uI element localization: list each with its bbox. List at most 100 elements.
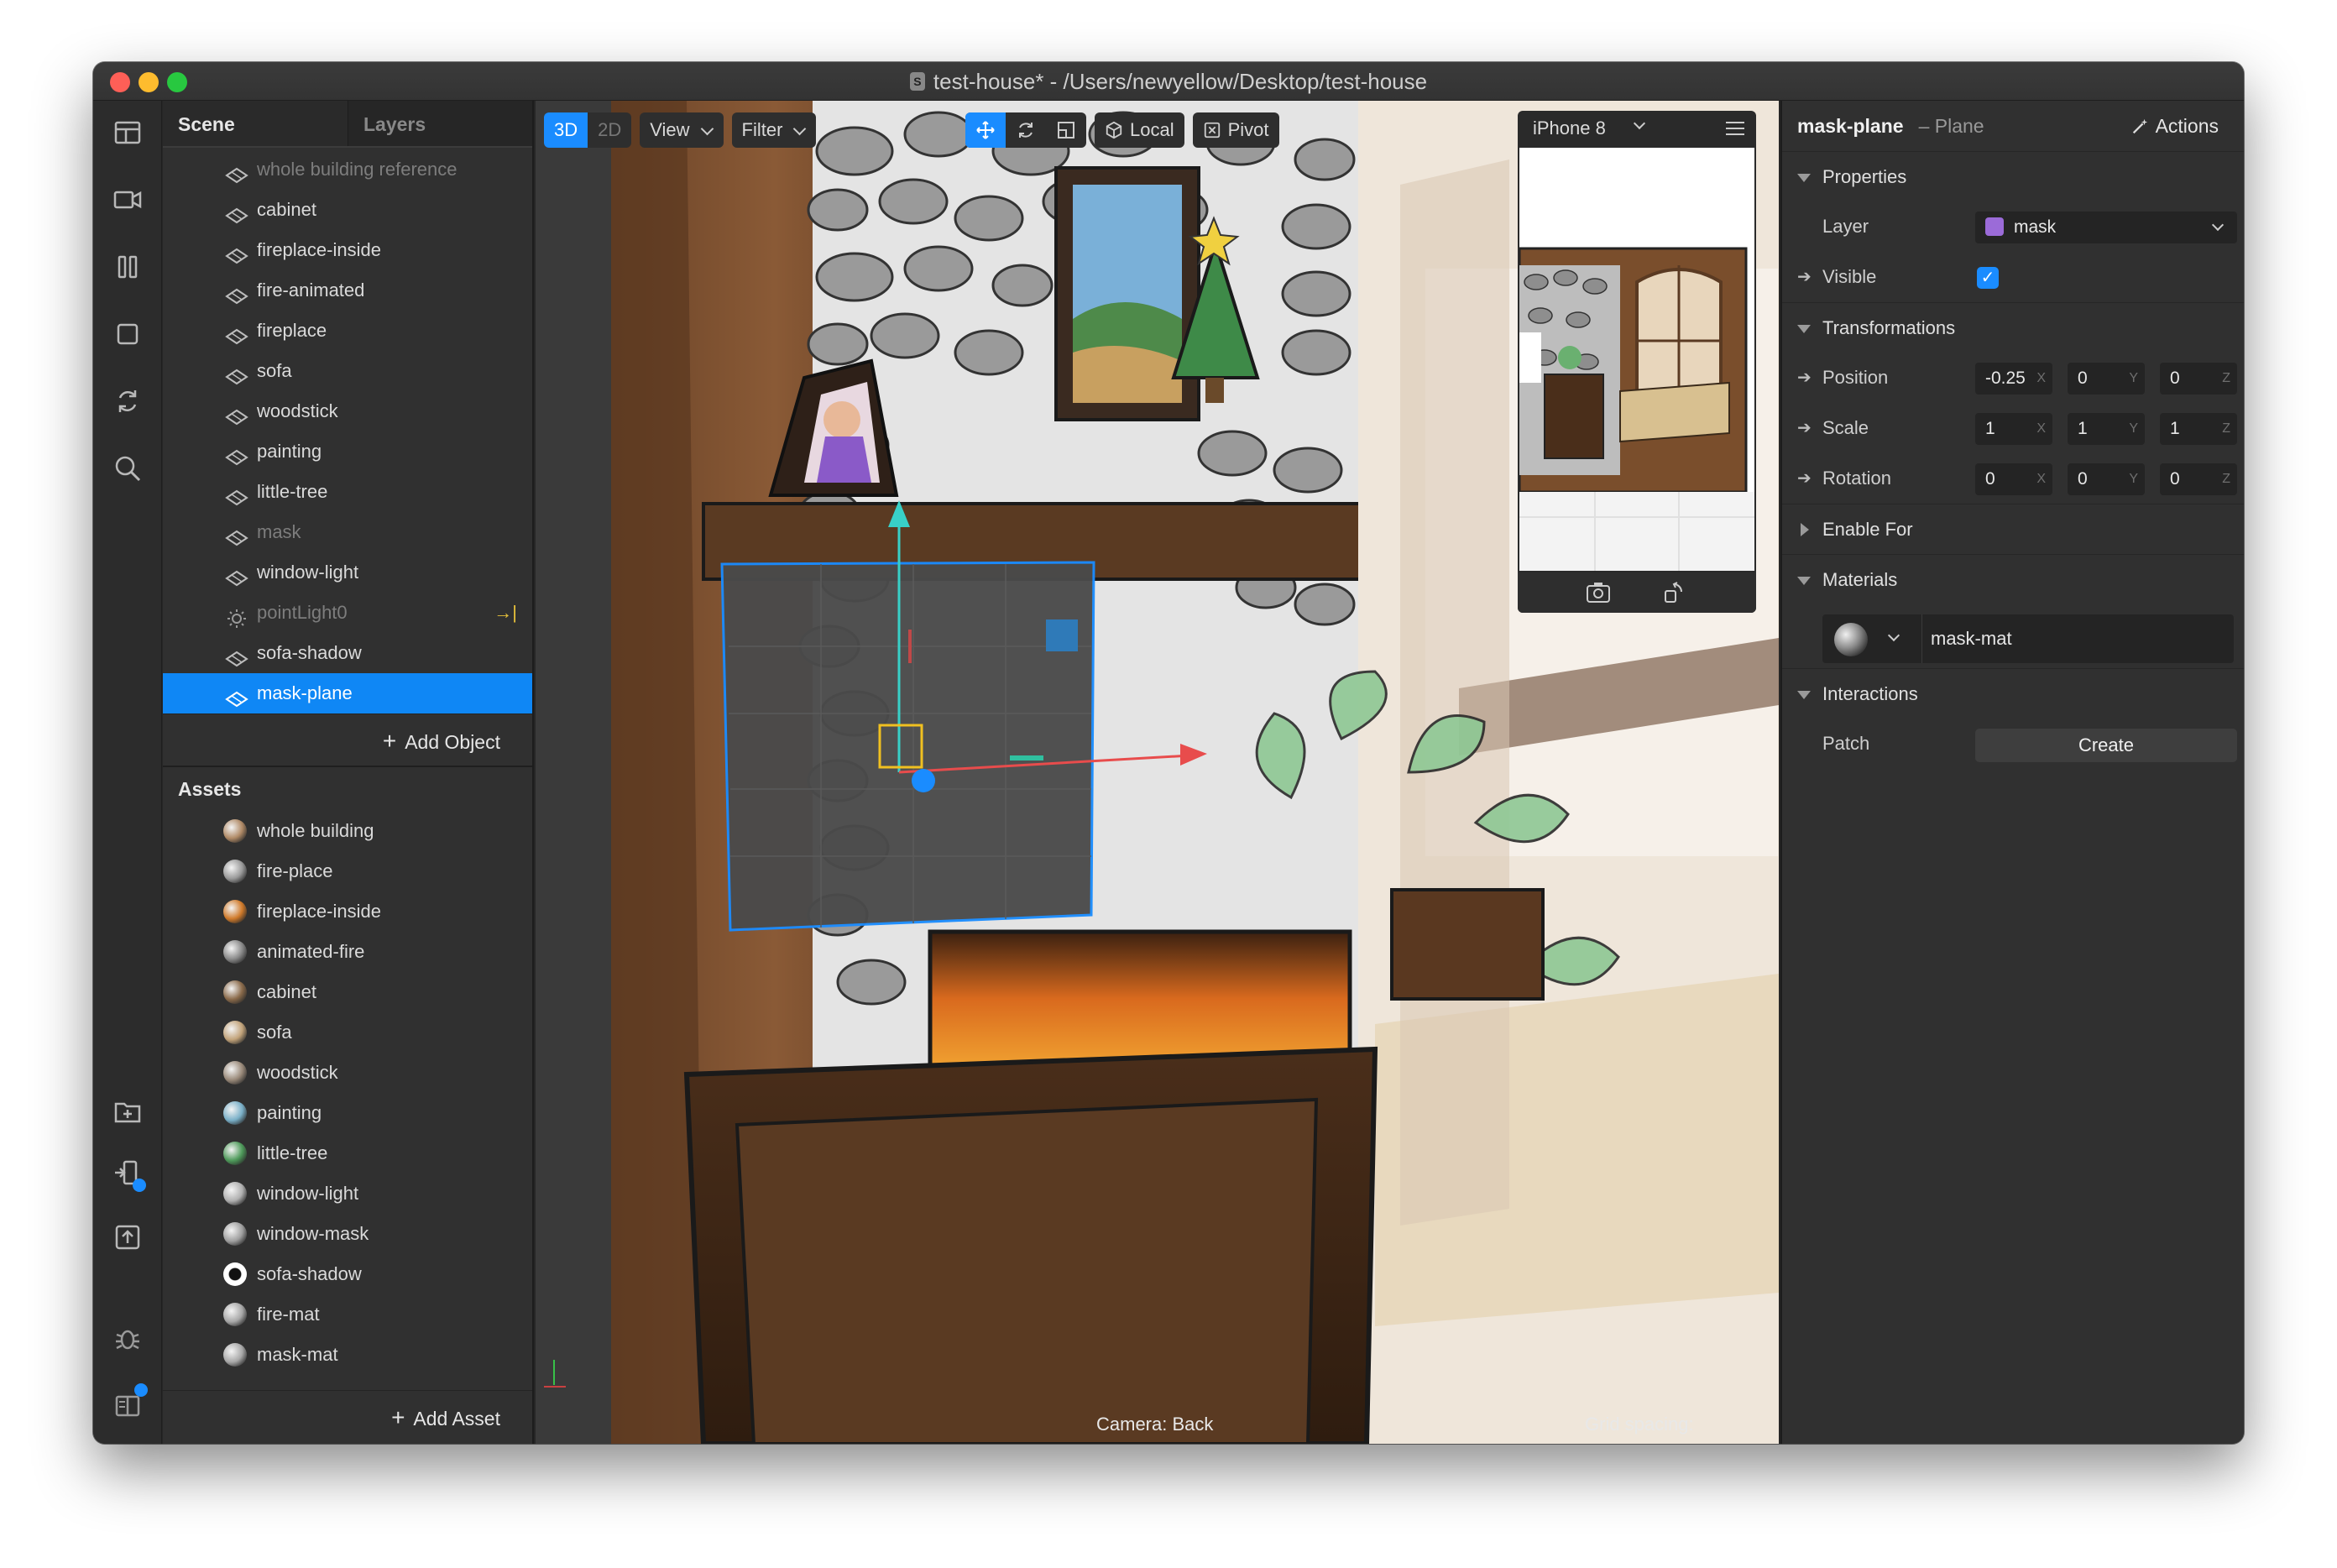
view-dropdown[interactable]: View [640, 112, 724, 148]
scene-object-row[interactable]: fireplace-inside [163, 230, 532, 270]
actions-button[interactable]: Actions [2130, 101, 2219, 151]
asset-label: fire-mat [257, 1304, 320, 1325]
asset-row[interactable]: sofa-shadow [163, 1254, 532, 1294]
scene-object-row[interactable]: fire-animated [163, 270, 532, 311]
add-asset-button[interactable]: + Add Asset [163, 1390, 532, 1444]
mode-2d-button[interactable]: 2D [588, 112, 631, 148]
rotation-y-field[interactable]: 0Y [2068, 463, 2145, 495]
section-materials[interactable]: Materials [1782, 554, 2244, 604]
axis-y-label: Y [2129, 371, 2138, 385]
create-patch-button[interactable]: Create [1975, 729, 2237, 762]
video-icon[interactable] [112, 185, 143, 215]
layer-select[interactable]: mask [1975, 212, 2237, 243]
section-properties-label: Properties [1822, 166, 1907, 187]
add-folder-icon[interactable] [112, 1096, 143, 1126]
device-send-icon[interactable] [112, 1158, 146, 1192]
material-sphere-icon [1834, 623, 1868, 656]
search-icon[interactable] [112, 453, 143, 483]
section-enable-for[interactable]: Enable For [1782, 504, 2244, 554]
plane-icon [225, 401, 248, 426]
asset-row[interactable]: window-light [163, 1173, 532, 1214]
layer-value: mask [2014, 217, 2057, 237]
pin-icon[interactable]: →| [494, 593, 517, 633]
filter-dropdown[interactable]: Filter [731, 112, 817, 148]
pivot-label: Pivot [1227, 119, 1269, 140]
chevron-down-icon [2211, 218, 2225, 232]
material-select[interactable]: mask-mat [1822, 614, 2234, 663]
scene-object-row[interactable]: pointLight0 →| [163, 593, 532, 633]
scene-object-row[interactable]: cabinet [163, 190, 532, 230]
menu-icon[interactable] [1726, 122, 1744, 135]
expand-triangle-icon [1801, 523, 1809, 536]
tab-layers[interactable]: Layers [348, 101, 532, 146]
rotate-device-icon[interactable] [1662, 581, 1686, 604]
material-row: mask-mat [1782, 604, 2244, 663]
columns-icon[interactable] [112, 252, 143, 282]
asset-row[interactable]: whole building [163, 811, 532, 851]
device-preview[interactable]: iPhone 8 [1518, 111, 1756, 613]
rotate-tool-icon[interactable] [1006, 112, 1046, 148]
bug-icon[interactable] [112, 1323, 143, 1353]
sync-icon[interactable] [112, 386, 143, 416]
upload-icon[interactable] [112, 1222, 143, 1252]
asset-label: window-light [257, 1183, 359, 1204]
chevron-down-icon [1633, 117, 1646, 130]
notification-dot [133, 1179, 146, 1192]
asset-label: painting [257, 1102, 322, 1123]
section-interactions[interactable]: Interactions [1782, 668, 2244, 719]
position-x-field[interactable]: -0.25 X [1975, 363, 2052, 395]
scale-z-field[interactable]: 1Z [2160, 413, 2237, 445]
plane-icon [225, 522, 248, 546]
scene-object-row[interactable]: little-tree [163, 472, 532, 512]
scene-object-label: mask-plane [257, 682, 353, 703]
tab-scene[interactable]: Scene [163, 101, 348, 146]
device-selector[interactable]: iPhone 8 [1518, 111, 1756, 146]
scene-object-row[interactable]: mask [163, 512, 532, 552]
scene-object-row[interactable]: sofa-shadow [163, 633, 532, 673]
camera-flip-icon[interactable] [1585, 581, 1612, 604]
mode-3d-button[interactable]: 3D [544, 112, 588, 148]
asset-label: animated-fire [257, 941, 365, 962]
asset-row[interactable]: sofa [163, 1012, 532, 1053]
scene-viewport[interactable]: 3D 2D View Filter Local Pivot iPhone 8 C… [536, 101, 1779, 1444]
scene-object-row[interactable]: painting [163, 431, 532, 472]
visible-row: ➔ Visible ✓ [1782, 252, 2244, 302]
asset-row[interactable]: fire-mat [163, 1294, 532, 1335]
pivot-toggle[interactable]: Pivot [1192, 112, 1279, 148]
local-toggle[interactable]: Local [1095, 112, 1184, 148]
position-y-field[interactable]: 0Y [2068, 363, 2145, 395]
position-z-field[interactable]: 0Z [2160, 363, 2237, 395]
asset-row[interactable]: mask-mat [163, 1335, 532, 1375]
scale-tool-icon[interactable] [1046, 112, 1086, 148]
asset-row[interactable]: little-tree [163, 1133, 532, 1173]
add-object-button[interactable]: + Add Object [163, 713, 532, 767]
asset-row[interactable]: cabinet [163, 972, 532, 1012]
rotation-x-field[interactable]: 0X [1975, 463, 2052, 495]
scene-object-row[interactable]: whole building reference [163, 149, 532, 190]
move-tool-icon[interactable] [965, 112, 1006, 148]
asset-row[interactable]: woodstick [163, 1053, 532, 1093]
section-transformations[interactable]: Transformations [1782, 302, 2244, 353]
asset-thumbnail-icon [223, 1101, 247, 1125]
library-icon[interactable] [112, 1383, 148, 1420]
asset-row[interactable]: animated-fire [163, 932, 532, 972]
layout-icon[interactable] [112, 118, 143, 148]
asset-row[interactable]: fireplace-inside [163, 891, 532, 932]
section-properties[interactable]: Properties [1782, 151, 2244, 201]
transform-tools [965, 112, 1086, 148]
visible-checkbox[interactable]: ✓ [1977, 267, 1999, 289]
square-icon[interactable] [112, 319, 143, 349]
scale-y-field[interactable]: 1Y [2068, 413, 2145, 445]
scale-x-field[interactable]: 1X [1975, 413, 2052, 445]
scene-object-row[interactable]: woodstick [163, 391, 532, 431]
asset-row[interactable]: fire-place [163, 851, 532, 891]
scene-object-row[interactable]: window-light [163, 552, 532, 593]
asset-label: cabinet [257, 981, 316, 1002]
asset-row[interactable]: painting [163, 1093, 532, 1133]
scene-object-row[interactable]: sofa [163, 351, 532, 391]
asset-row[interactable]: window-mask [163, 1214, 532, 1254]
scene-object-row[interactable]: fireplace [163, 311, 532, 351]
rotation-z-field[interactable]: 0Z [2160, 463, 2237, 495]
scene-object-row[interactable]: mask-plane [163, 673, 532, 713]
rotation-y-value: 0 [2078, 469, 2088, 489]
